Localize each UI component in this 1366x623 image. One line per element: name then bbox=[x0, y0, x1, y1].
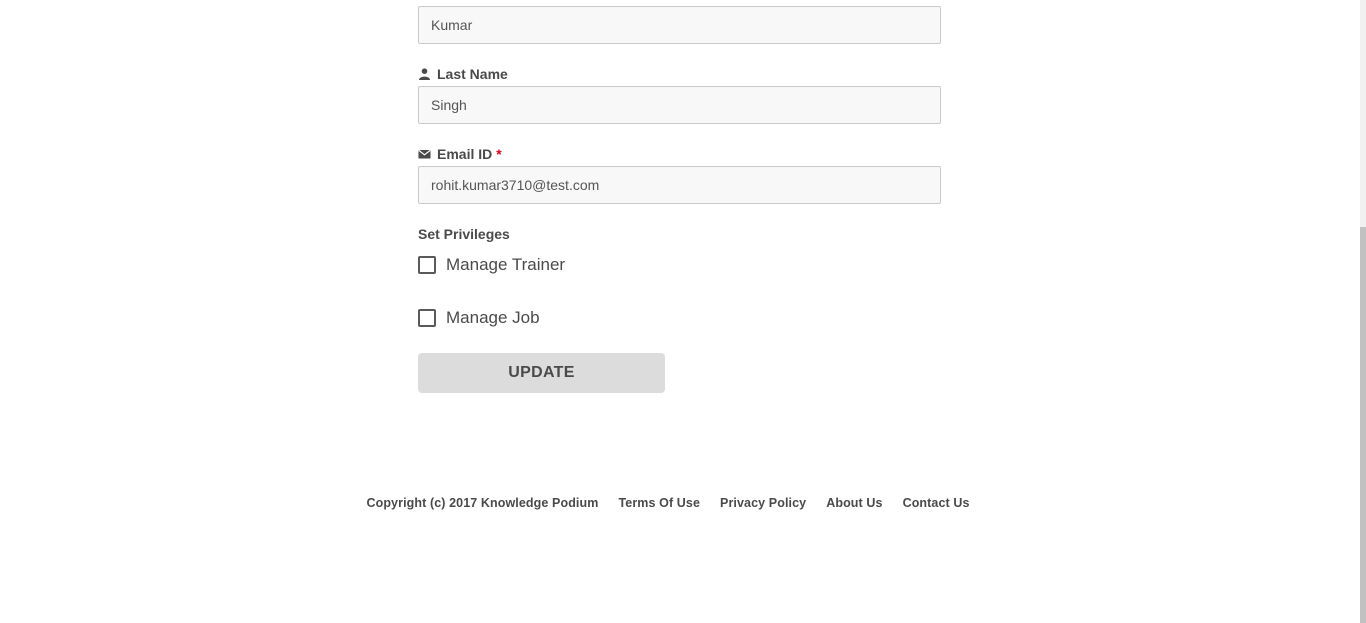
contact-us-link[interactable]: Contact Us bbox=[903, 496, 970, 510]
last-name-input[interactable] bbox=[418, 86, 941, 124]
email-label-text: Email ID bbox=[437, 146, 493, 162]
set-privileges-heading: Set Privileges bbox=[418, 226, 510, 242]
copyright-text: Copyright (c) 2017 Knowledge Podium bbox=[366, 496, 599, 510]
email-label: Email ID * bbox=[418, 145, 502, 163]
first-name-input[interactable] bbox=[418, 6, 941, 44]
terms-of-use-link[interactable]: Terms Of Use bbox=[618, 496, 700, 510]
manage-job-checkbox[interactable] bbox=[418, 309, 436, 327]
manage-trainer-option[interactable]: Manage Trainer bbox=[418, 255, 565, 275]
page: Last Name Email ID * Set Privileges Mana… bbox=[0, 0, 1366, 623]
last-name-label-text: Last Name bbox=[437, 66, 508, 82]
required-marker: * bbox=[496, 146, 502, 162]
page-scrollbar[interactable] bbox=[1360, 0, 1366, 623]
manage-trainer-label: Manage Trainer bbox=[446, 255, 566, 274]
about-us-link[interactable]: About Us bbox=[826, 496, 882, 510]
footer: Copyright (c) 2017 Knowledge Podium Term… bbox=[0, 496, 1336, 510]
user-icon bbox=[418, 68, 431, 80]
privacy-policy-link[interactable]: Privacy Policy bbox=[720, 496, 806, 510]
last-name-label: Last Name bbox=[418, 65, 508, 83]
email-input[interactable] bbox=[418, 166, 941, 204]
manage-job-option[interactable]: Manage Job bbox=[418, 308, 540, 328]
envelope-icon bbox=[418, 148, 431, 160]
update-button[interactable]: UPDATE bbox=[418, 353, 665, 393]
manage-job-label: Manage Job bbox=[446, 308, 540, 327]
scrollbar-thumb[interactable] bbox=[1360, 227, 1366, 623]
manage-trainer-checkbox[interactable] bbox=[418, 256, 436, 274]
